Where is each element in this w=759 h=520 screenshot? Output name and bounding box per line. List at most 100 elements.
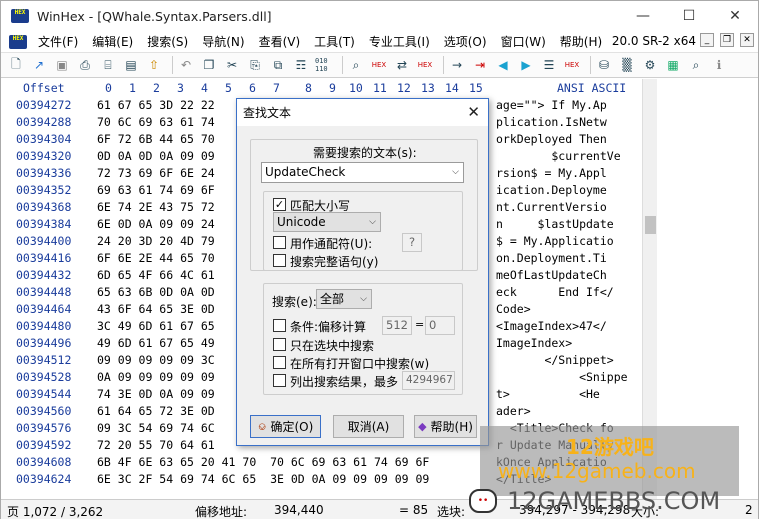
ascii-row[interactable]: ImageIndex> <box>496 335 641 352</box>
match-case-checkbox[interactable]: ✓ <box>273 198 286 211</box>
condition-offset-checkbox[interactable] <box>273 319 286 332</box>
offset-row: 00394272 <box>16 98 72 112</box>
ascii-row[interactable]: rsion$ = My.Appl <box>496 165 641 182</box>
hash-icon[interactable]: ⚙ <box>641 56 659 74</box>
ascii-row[interactable]: orkDeployed Then <box>496 131 641 148</box>
properties-icon[interactable]: ⌸ <box>99 56 117 74</box>
ascii-row[interactable]: meOfLastUpdateCh <box>496 267 641 284</box>
scrollbar-thumb[interactable] <box>645 216 656 234</box>
find-hex-icon[interactable]: HEX <box>370 56 388 74</box>
col-header: 10 <box>349 81 363 95</box>
menu-help[interactable]: 帮助(H) <box>553 33 609 50</box>
ascii-row[interactable]: </Snippet> <box>496 352 641 369</box>
menu-tools[interactable]: 工具(T) <box>307 33 362 50</box>
menu-window[interactable]: 窗口(W) <box>494 33 553 50</box>
goto-icon[interactable]: → <box>448 56 466 74</box>
ascii-row[interactable]: <Snippe <box>496 369 641 386</box>
find-icon[interactable]: ⌕ <box>347 56 365 74</box>
chevron-down-icon: ⌵ <box>360 294 367 304</box>
menu-specialist-tools[interactable]: 专业工具(I) <box>362 33 437 50</box>
search-text-input[interactable]: UpdateCheck ⌵ <box>261 162 464 183</box>
menu-options[interactable]: 选项(O) <box>437 33 494 50</box>
close-button[interactable]: ✕ <box>712 1 758 31</box>
cancel-button[interactable]: 取消(A) <box>333 415 404 438</box>
list-results-checkbox[interactable] <box>273 374 286 387</box>
bookmark-hex-icon[interactable]: HEX <box>563 56 581 74</box>
ascii-row[interactable]: eck End If</ <box>496 284 641 301</box>
replace-icon[interactable]: ⇄ <box>393 56 411 74</box>
ascii-row[interactable]: n $lastUpdate <box>496 216 641 233</box>
ascii-row[interactable]: <ImageIndex>47</ <box>496 318 641 335</box>
ascii-row[interactable]: on.Deployment.Ti <box>496 250 641 267</box>
calculator-icon[interactable]: ▦ <box>664 56 682 74</box>
wildcard-char-field[interactable]: ? <box>402 233 422 252</box>
search-text-value: UpdateCheck <box>265 165 346 179</box>
ascii-row[interactable]: $currentVe <box>496 148 641 165</box>
disk-icon[interactable]: ⛁ <box>595 56 613 74</box>
paste-icon[interactable]: ⎘ <box>246 56 264 74</box>
wildcard-checkbox[interactable] <box>273 236 286 249</box>
ok-button[interactable]: ⎉ 确定(O) <box>250 415 321 438</box>
maximize-button[interactable]: ☐ <box>666 1 712 31</box>
ascii-row[interactable]: ader> <box>496 403 641 420</box>
hex-row[interactable]: 6B 4F 6E 63 65 20 41 70 70 6C 69 63 61 7… <box>97 454 489 471</box>
write-icon[interactable]: ☶ <box>292 56 310 74</box>
paste-special-icon[interactable]: ⧉ <box>269 56 287 74</box>
menu-file[interactable]: 文件(F) <box>31 33 85 50</box>
menu-navigate[interactable]: 导航(N) <box>195 33 251 50</box>
only-selection-checkbox[interactable] <box>273 338 286 351</box>
copy-icon[interactable]: ❐ <box>200 56 218 74</box>
ascii-row[interactable]: age=""> If My.Ap <box>496 97 641 114</box>
forward-icon[interactable]: ▶ <box>517 56 535 74</box>
dialog-close-icon[interactable]: ✕ <box>467 103 480 121</box>
ascii-row[interactable]: nt.CurrentVersio <box>496 199 641 216</box>
ascii-row[interactable]: ication.Deployme <box>496 182 641 199</box>
back-icon[interactable]: ◀ <box>494 56 512 74</box>
toolbar-divider <box>443 56 444 74</box>
goto-offset-icon[interactable]: ⇥ <box>471 56 489 74</box>
ascii-row[interactable]: plication.IsNetw <box>496 114 641 131</box>
offset-header: Offset <box>23 81 65 95</box>
open-icon[interactable]: ↗ <box>30 56 48 74</box>
binary-icon[interactable]: 010 110 <box>315 56 333 74</box>
export-icon[interactable]: ⇧ <box>145 56 163 74</box>
help-button[interactable]: ◆ 帮助(H) <box>414 415 477 438</box>
watermark-brand-text: 12GAMEBBS.COM <box>507 486 721 515</box>
minimize-button[interactable]: — <box>620 1 666 31</box>
search-icon[interactable]: ⌕ <box>687 56 705 74</box>
mdi-restore-icon[interactable]: ❐ <box>720 33 734 47</box>
encoding-value: Unicode <box>277 215 326 229</box>
save-icon[interactable]: ▣ <box>53 56 71 74</box>
menu-view[interactable]: 查看(V) <box>252 33 308 50</box>
ram-icon[interactable]: ▒ <box>618 56 636 74</box>
encoding-select[interactable]: Unicode ⌵ <box>273 212 381 232</box>
ascii-row[interactable]: Code> <box>496 301 641 318</box>
all-windows-checkbox[interactable] <box>273 356 286 369</box>
undo-icon[interactable]: ↶ <box>177 56 195 74</box>
chevron-down-icon: ⌵ <box>369 217 376 227</box>
cut-icon[interactable]: ✂ <box>223 56 241 74</box>
winhex-app-icon: HEX <box>11 9 29 23</box>
hex-row[interactable]: 6E 3C 2F 54 69 74 6C 65 3E 0D 0A 09 09 0… <box>97 471 489 488</box>
condition-value2-field[interactable]: 0 <box>425 316 455 335</box>
document-icon[interactable]: HEX <box>9 34 27 49</box>
search-scope-select[interactable]: 全部 ⌵ <box>316 289 372 309</box>
print-icon[interactable]: ⎙ <box>76 56 94 74</box>
max-results-field[interactable]: 4294967 <box>402 371 455 390</box>
whole-words-checkbox[interactable] <box>273 254 286 267</box>
list-icon[interactable]: ☰ <box>540 56 558 74</box>
mdi-close-icon[interactable]: ✕ <box>740 33 754 47</box>
menu-search[interactable]: 搜索(S) <box>140 33 195 50</box>
status-block-label: 选块: <box>437 505 466 519</box>
new-file-icon[interactable]: 🗋 <box>7 56 25 74</box>
replace-hex-icon[interactable]: HEX <box>416 56 434 74</box>
info-icon[interactable]: ℹ <box>710 56 728 74</box>
ascii-row[interactable]: t> <He <box>496 386 641 403</box>
condition-value1-field[interactable]: 512 <box>382 316 412 335</box>
mdi-minimize-icon[interactable]: _ <box>700 33 714 47</box>
ok-label: 确定(O) <box>270 420 314 434</box>
search-scope-label: 搜索(e): <box>272 295 317 309</box>
ascii-row[interactable]: $ = My.Applicatio <box>496 233 641 250</box>
menu-edit[interactable]: 编辑(E) <box>85 33 140 50</box>
print-preview-icon[interactable]: ▤ <box>122 56 140 74</box>
